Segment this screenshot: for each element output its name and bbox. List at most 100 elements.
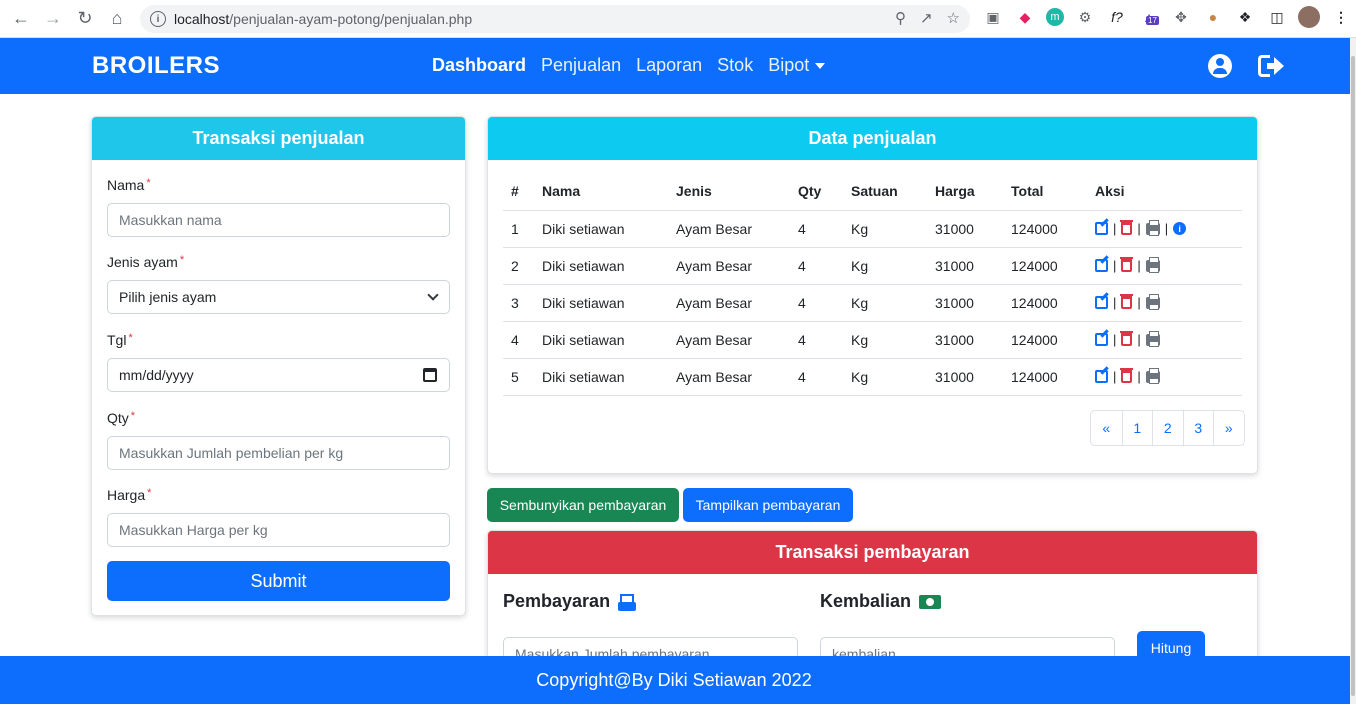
kembalian-label: Kembalian: [820, 591, 912, 611]
info-icon[interactable]: i: [1173, 222, 1187, 235]
sales-table: # Nama Jenis Qty Satuan Harga Total Aksi…: [503, 172, 1242, 396]
extension-cookie-icon[interactable]: ●: [1202, 6, 1224, 28]
screenshot-icon[interactable]: ▣: [982, 6, 1004, 28]
top-navbar: BROILERS Dashboard Penjualan Laporan Sto…: [0, 38, 1350, 94]
show-payment-button[interactable]: Tampilkan pembayaran: [683, 488, 853, 522]
extension-fx-icon[interactable]: f?: [1106, 6, 1128, 28]
page-next[interactable]: »: [1213, 411, 1244, 445]
extension-gem-icon[interactable]: ◆: [1014, 6, 1036, 28]
sidebar-icon[interactable]: ◫: [1266, 6, 1288, 28]
browser-menu-icon[interactable]: ⋮: [1330, 6, 1352, 28]
table-header-row: # Nama Jenis Qty Satuan Harga Total Aksi: [503, 172, 1242, 211]
edit-icon[interactable]: [1095, 259, 1108, 272]
share-icon[interactable]: ↗: [920, 9, 933, 27]
site-info-icon[interactable]: i: [150, 11, 166, 27]
nav-item-dashboard[interactable]: Dashboard: [432, 55, 526, 76]
print-icon[interactable]: [1145, 256, 1160, 273]
table-cell: 124000: [1003, 210, 1087, 248]
sales-data-card: Data penjualan # Nama Jenis Qty Satuan H…: [487, 116, 1258, 474]
print-icon[interactable]: [1145, 293, 1160, 310]
home-icon[interactable]: ⌂: [104, 6, 130, 32]
row-actions: | |: [1095, 367, 1242, 384]
action-separator: |: [1113, 332, 1117, 347]
tgl-date-input[interactable]: mm/dd/yyyy: [107, 358, 450, 392]
print-icon[interactable]: [1145, 330, 1160, 347]
col-header: Total: [1003, 172, 1087, 211]
sales-data-title: Data penjualan: [488, 117, 1257, 160]
calendar-icon[interactable]: [423, 368, 437, 382]
qty-input[interactable]: Masukkan Jumlah pembelian per kg: [107, 436, 450, 470]
zoom-icon[interactable]: ⚲: [895, 9, 906, 27]
user-circle-icon[interactable]: [1208, 54, 1232, 78]
table-row: 3 Diki setiawan Ayam Besar 4 Kg 31000 124000 | |: [503, 284, 1242, 322]
edit-icon[interactable]: [1095, 222, 1108, 235]
nav-item-stok[interactable]: Stok: [717, 55, 753, 76]
extensions-bar: ▣ ◆ m ⚙ f? ▲17 ✥ ● ❖ ◫ ⋮: [982, 6, 1352, 28]
nav-item-penjualan[interactable]: Penjualan: [541, 55, 621, 76]
print-icon[interactable]: [1145, 367, 1160, 384]
trash-icon[interactable]: [1120, 331, 1134, 346]
submit-button[interactable]: Submit: [107, 561, 450, 601]
action-separator: |: [1137, 221, 1141, 236]
col-header: Satuan: [843, 172, 927, 211]
edit-icon[interactable]: [1095, 333, 1108, 346]
col-header: Nama: [534, 172, 668, 211]
required-mark: *: [179, 254, 185, 266]
action-separator: |: [1137, 295, 1141, 310]
extension-gear-icon[interactable]: ⚙: [1074, 6, 1096, 28]
col-header: Qty: [790, 172, 843, 211]
table-cell: Kg: [843, 247, 927, 285]
print-icon[interactable]: [1145, 219, 1160, 236]
harga-input[interactable]: Masukkan Harga per kg: [107, 513, 450, 547]
table-cell: 5: [503, 358, 534, 396]
label-harga: Harga *: [107, 487, 152, 503]
table-cell: 31000: [927, 247, 1003, 285]
brand-logo[interactable]: BROILERS: [92, 52, 220, 80]
nav-item-bipot-dropdown[interactable]: Bipot: [768, 55, 826, 76]
pembayaran-heading: Pembayaran: [503, 591, 637, 612]
nav-menu: Dashboard Penjualan Laporan Stok Bipot: [432, 55, 826, 76]
edit-icon[interactable]: [1095, 370, 1108, 383]
trash-icon[interactable]: [1120, 294, 1134, 309]
jenis-ayam-select[interactable]: Pilih jenis ayam: [107, 280, 450, 314]
extension-move-icon[interactable]: ✥: [1170, 6, 1192, 28]
page-prev[interactable]: «: [1091, 411, 1122, 445]
page-3[interactable]: 3: [1182, 411, 1214, 445]
bookmark-star-icon[interactable]: ☆: [947, 9, 960, 27]
action-separator: |: [1164, 221, 1169, 236]
forward-arrow-icon[interactable]: →: [40, 6, 66, 32]
scrollbar-thumb[interactable]: [1351, 56, 1355, 696]
nav-item-laporan[interactable]: Laporan: [636, 55, 702, 76]
trash-icon[interactable]: [1120, 257, 1134, 272]
trash-icon[interactable]: [1120, 368, 1134, 383]
extensions-puzzle-icon[interactable]: ❖: [1234, 6, 1256, 28]
action-separator: |: [1113, 369, 1117, 384]
sales-form-title: Transaksi penjualan: [92, 117, 465, 160]
table-cell: 124000: [1003, 247, 1087, 285]
jenis-ayam-value: Pilih jenis ayam: [119, 289, 217, 305]
page-1[interactable]: 1: [1121, 411, 1153, 445]
actions-cell: | |: [1087, 321, 1242, 359]
nama-input[interactable]: Masukkan nama: [107, 203, 450, 237]
required-mark: *: [146, 177, 151, 189]
extension-cap-icon[interactable]: ▲17: [1138, 6, 1160, 28]
back-arrow-icon[interactable]: ←: [8, 6, 34, 32]
actions-cell: | |: [1087, 247, 1242, 285]
row-actions: | | | i: [1095, 219, 1242, 236]
kembalian-heading: Kembalian: [820, 591, 942, 612]
page-2[interactable]: 2: [1152, 411, 1183, 445]
address-bar[interactable]: i localhost/penjualan-ayam-potong/penjua…: [140, 5, 970, 33]
table-cell: Diki setiawan: [534, 358, 668, 396]
table-cell: Ayam Besar: [668, 247, 790, 285]
hide-payment-button[interactable]: Sembunyikan pembayaran: [487, 488, 679, 522]
logout-icon[interactable]: [1258, 54, 1284, 78]
trash-icon[interactable]: [1120, 220, 1134, 235]
reload-icon[interactable]: ↻: [72, 6, 98, 32]
actions-cell: | |: [1087, 358, 1242, 396]
profile-avatar-icon[interactable]: [1298, 6, 1320, 28]
row-actions: | |: [1095, 256, 1242, 273]
page-scrollbar[interactable]: [1350, 38, 1356, 704]
extension-m-icon[interactable]: m: [1046, 8, 1064, 26]
edit-icon[interactable]: [1095, 296, 1108, 309]
actions-cell: | |: [1087, 284, 1242, 322]
